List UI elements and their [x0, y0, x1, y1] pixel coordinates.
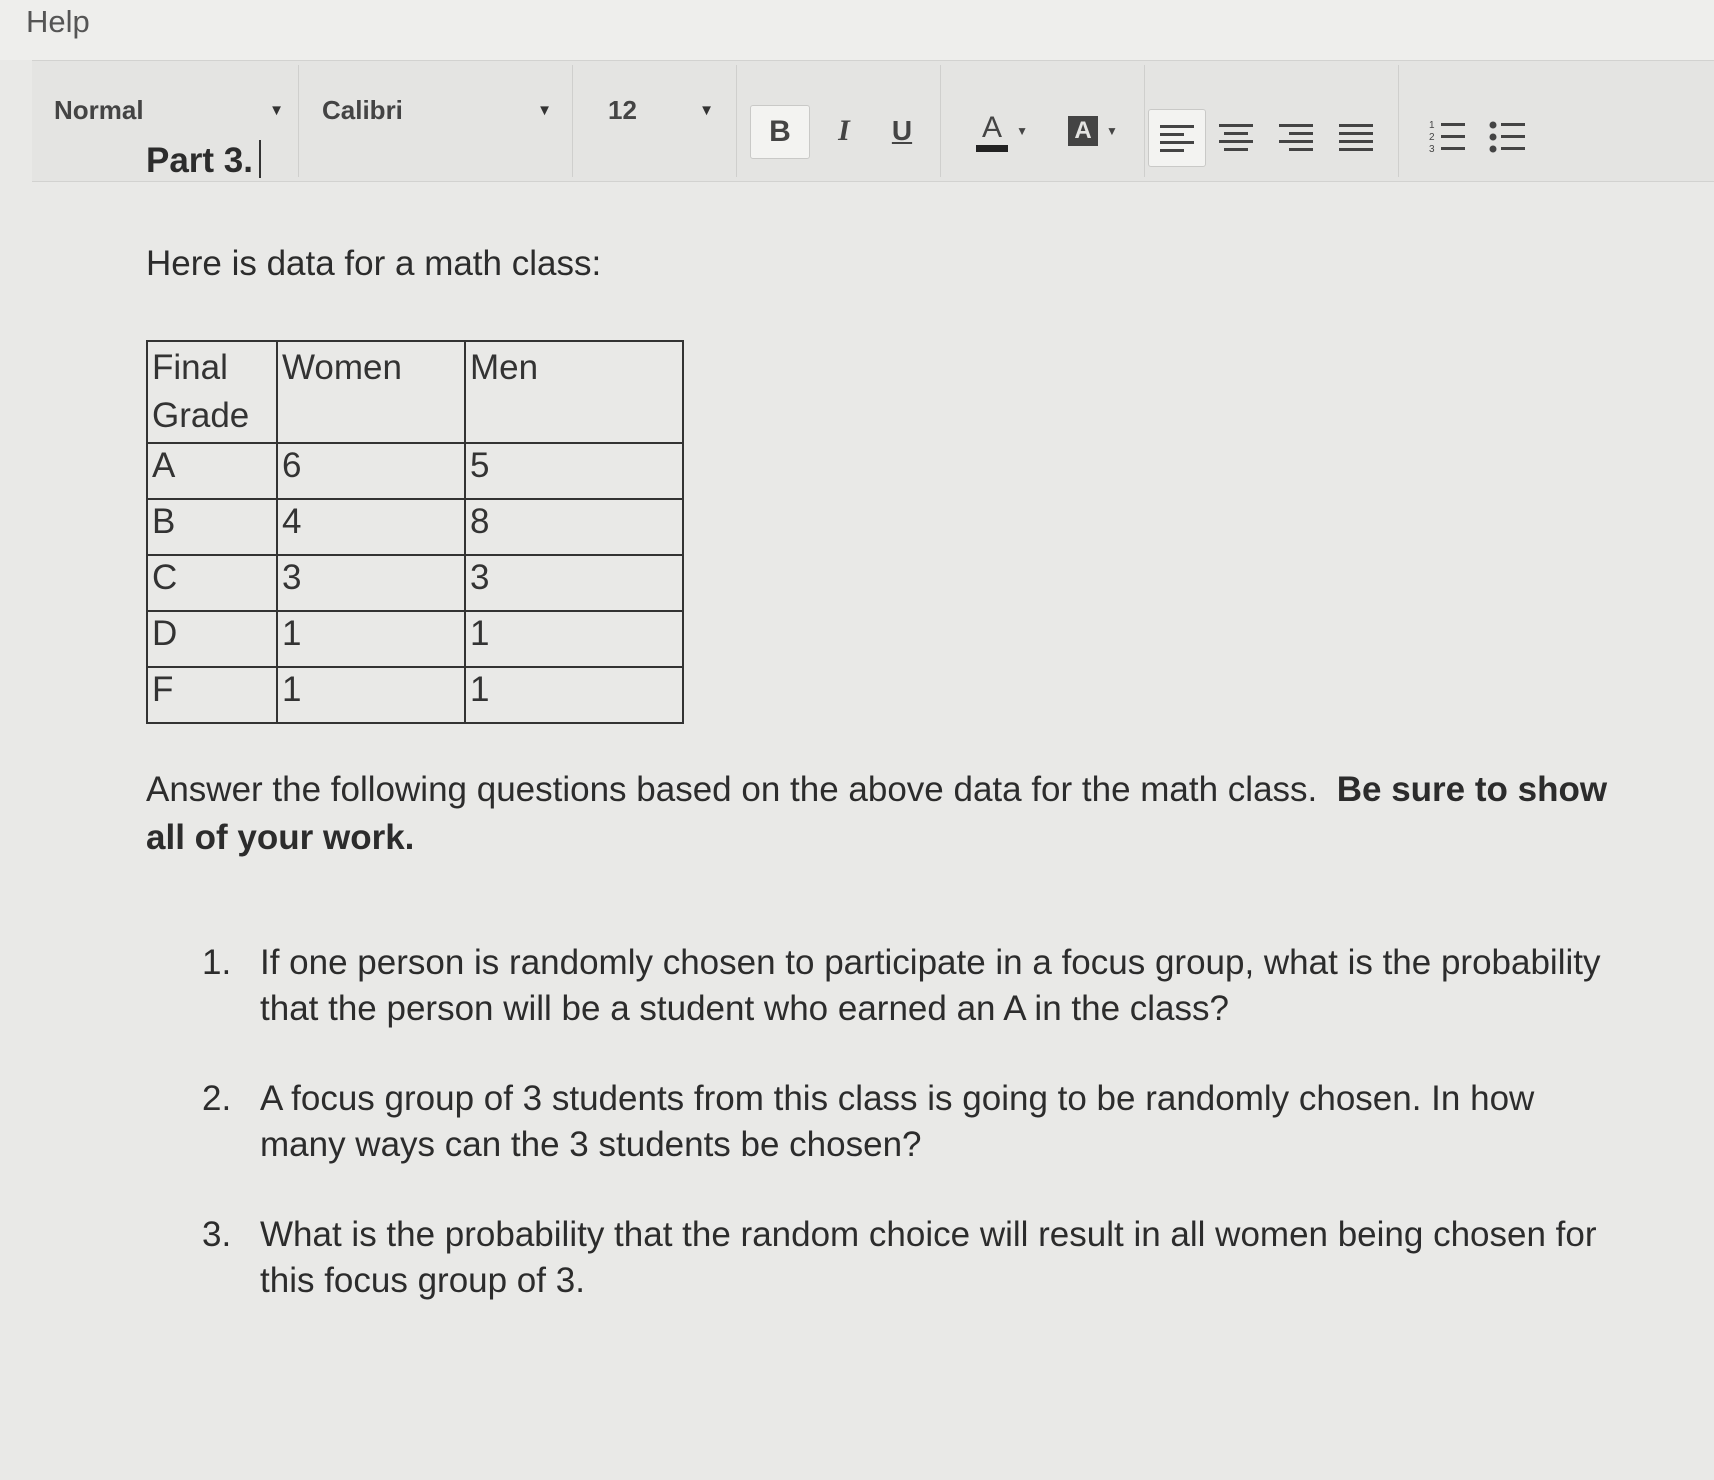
list-item: 2. A focus group of 3 students from this…	[202, 1076, 1602, 1168]
instructions-text: Answer the following questions based on …	[146, 766, 1646, 862]
question-text: If one person is randomly chosen to part…	[260, 943, 1601, 1028]
table-row: B 4 8	[146, 498, 684, 556]
svg-text:1: 1	[1429, 120, 1435, 131]
document-body[interactable]: Part 3. Here is data for a math class: F…	[146, 140, 1646, 1300]
list-item: 1. If one person is randomly chosen to p…	[202, 940, 1602, 1032]
intro-text: Here is data for a math class:	[146, 244, 602, 283]
font-size-value: 12	[608, 94, 637, 125]
chevron-down-icon: ▼	[537, 101, 552, 119]
grade-cell: A	[146, 442, 278, 500]
chevron-down-icon: ▼	[1106, 124, 1118, 138]
grade-cell: F	[146, 666, 278, 724]
women-cell: 6	[276, 442, 466, 500]
grade-cell: C	[146, 554, 278, 612]
table-row: C 3 3	[146, 554, 684, 612]
table-row: A 6 5	[146, 442, 684, 500]
men-cell: 8	[464, 498, 684, 556]
font-family-value: Calibri	[322, 94, 403, 125]
grade-cell: D	[146, 610, 278, 668]
women-cell: 3	[276, 554, 466, 612]
header-women: Women	[276, 340, 466, 444]
women-cell: 4	[276, 498, 466, 556]
question-number: 1.	[202, 943, 232, 982]
font-family-dropdown[interactable]: Calibri ▼	[322, 85, 552, 135]
menu-bar: Help	[0, 0, 1714, 60]
menu-help[interactable]: Help	[26, 4, 90, 40]
text-cursor	[259, 140, 261, 178]
chevron-down-icon: ▼	[699, 101, 714, 119]
grade-cell: B	[146, 498, 278, 556]
chevron-down-icon: ▼	[1016, 124, 1028, 138]
men-cell: 3	[464, 554, 684, 612]
question-text: A focus group of 3 students from this cl…	[260, 1079, 1535, 1164]
paragraph-style-value: Normal	[54, 94, 144, 125]
paragraph-style-dropdown[interactable]: Normal ▼	[54, 85, 284, 135]
header-men: Men	[464, 340, 684, 444]
women-cell: 1	[276, 610, 466, 668]
grades-table: Final Grade Women Men A 6 5 B 4 8 C 3 3 …	[146, 340, 684, 724]
questions-list: 1. If one person is randomly chosen to p…	[202, 940, 1602, 1348]
table-row: F 1 1	[146, 666, 684, 724]
font-size-dropdown[interactable]: 12 ▼	[608, 85, 714, 135]
men-cell: 5	[464, 442, 684, 500]
part-title: Part 3.	[146, 140, 1646, 181]
question-number: 2.	[202, 1079, 232, 1118]
instructions-plain: Answer the following questions based on …	[146, 770, 1318, 809]
table-row: D 1 1	[146, 610, 684, 668]
question-number: 3.	[202, 1215, 232, 1254]
header-final-grade: Final Grade	[146, 340, 278, 444]
men-cell: 1	[464, 666, 684, 724]
men-cell: 1	[464, 610, 684, 668]
women-cell: 1	[276, 666, 466, 724]
question-text: What is the probability that the random …	[260, 1215, 1597, 1300]
part-title-text: Part 3.	[146, 141, 253, 180]
chevron-down-icon: ▼	[269, 101, 284, 119]
list-item: 3. What is the probability that the rand…	[202, 1212, 1602, 1304]
table-header-row: Final Grade Women Men	[146, 340, 684, 444]
